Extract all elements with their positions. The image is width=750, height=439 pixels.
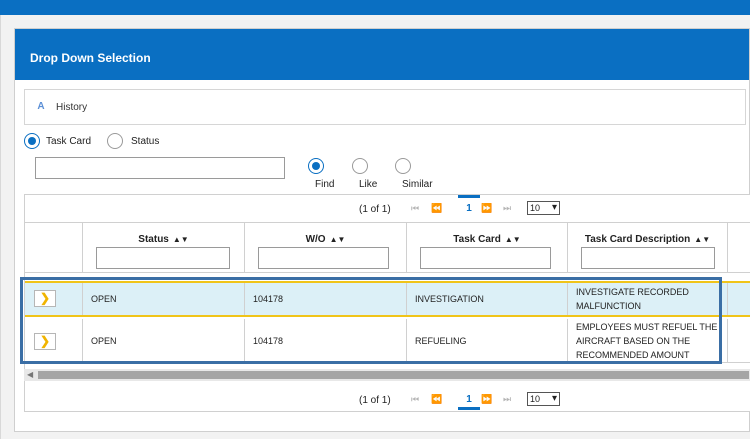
radio-like[interactable]: [352, 158, 368, 174]
column-status[interactable]: Status ▲▼: [82, 223, 244, 272]
cell-wo: 104178: [244, 283, 406, 315]
page-size-select[interactable]: 10: [527, 201, 560, 215]
filter-wo-input[interactable]: [258, 247, 389, 269]
scrollbar-thumb[interactable]: [38, 371, 749, 379]
radio-task-card[interactable]: [24, 133, 40, 149]
last-page-icon[interactable]: ⏭: [503, 394, 511, 405]
current-page[interactable]: 1: [458, 394, 480, 410]
history-bar[interactable]: A History: [24, 89, 746, 125]
column-wo[interactable]: W/O ▲▼: [244, 223, 406, 272]
scroll-left-icon[interactable]: ◀: [27, 370, 33, 379]
column-extra: [727, 223, 750, 272]
radio-find[interactable]: [308, 158, 324, 174]
next-page-icon[interactable]: ⏩: [481, 394, 492, 405]
history-icon[interactable]: A: [35, 101, 47, 115]
radio-similar-label[interactable]: Similar: [402, 179, 433, 190]
first-page-icon[interactable]: ⏮: [411, 394, 419, 405]
select-row-chevron-icon[interactable]: ❯: [34, 290, 56, 307]
dialog-header: Drop Down Selection: [15, 29, 749, 80]
radio-similar[interactable]: [395, 158, 411, 174]
cell-description: EMPLOYEES MUST REFUEL THE AIRCRAFT BASED…: [567, 319, 727, 362]
column-description[interactable]: Task Card Description ▲▼: [567, 223, 727, 272]
filter-status-input[interactable]: [96, 247, 230, 269]
cell-status: OPEN: [82, 283, 244, 315]
column-status-title[interactable]: Status: [138, 234, 169, 245]
table-row[interactable]: ❯ OPEN 104178 INVESTIGATION INVESTIGATE …: [25, 281, 750, 317]
cell-extra: [727, 319, 750, 362]
sort-icon[interactable]: ▲▼: [173, 235, 189, 244]
pager-count: (1 of 1): [359, 204, 391, 215]
cell-task-card: REFUELING: [406, 319, 567, 362]
pager-count: (1 of 1): [359, 395, 391, 406]
table-row[interactable]: ❯ OPEN 104178 REFUELING EMPLOYEES MUST R…: [25, 319, 750, 363]
current-page[interactable]: 1: [458, 195, 480, 214]
cell-status: OPEN: [82, 319, 244, 362]
drop-down-selection-dialog: Drop Down Selection A History Task Card …: [14, 28, 750, 432]
last-page-icon[interactable]: ⏭: [503, 203, 511, 214]
cell-task-card: INVESTIGATION: [406, 283, 567, 315]
cell-description: INVESTIGATE RECORDED MALFUNCTION: [567, 283, 727, 315]
radio-status[interactable]: [107, 133, 123, 149]
radio-task-card-label[interactable]: Task Card: [46, 136, 91, 147]
column-description-title[interactable]: Task Card Description: [585, 234, 690, 245]
cell-extra: [727, 283, 750, 315]
first-page-icon[interactable]: ⏮: [411, 203, 419, 214]
sort-icon[interactable]: ▲▼: [505, 235, 521, 244]
table-header-row: Status ▲▼ W/O ▲▼ Task Card ▲▼ Task Card Des…: [25, 222, 750, 273]
horizontal-scrollbar[interactable]: ◀: [24, 369, 750, 381]
dialog-title: Drop Down Selection: [30, 51, 151, 65]
sort-icon[interactable]: ▲▼: [694, 235, 710, 244]
radio-find-label[interactable]: Find: [315, 179, 334, 190]
radio-like-label[interactable]: Like: [359, 179, 377, 190]
radio-status-label[interactable]: Status: [131, 136, 159, 147]
pager-top: (1 of 1) ⏮ ⏪ 1 ⏩ ⏭ 10: [25, 195, 750, 221]
column-task-card[interactable]: Task Card ▲▼: [406, 223, 567, 272]
page-size-select[interactable]: 10: [527, 392, 560, 406]
sort-icon[interactable]: ▲▼: [330, 235, 346, 244]
prev-page-icon[interactable]: ⏪: [431, 394, 442, 405]
next-page-icon[interactable]: ⏩: [481, 203, 492, 214]
column-wo-title[interactable]: W/O: [306, 234, 326, 245]
prev-page-icon[interactable]: ⏪: [431, 203, 442, 214]
column-task-card-title[interactable]: Task Card: [453, 234, 501, 245]
app-top-bar: [0, 0, 750, 15]
history-label[interactable]: History: [56, 102, 87, 113]
pager-bottom: (1 of 1) ⏮ ⏪ 1 ⏩ ⏭ 10: [25, 386, 750, 412]
cell-wo: 104178: [244, 319, 406, 362]
search-input[interactable]: [35, 157, 285, 179]
select-row-chevron-icon[interactable]: ❯: [34, 333, 56, 350]
filter-description-input[interactable]: [581, 247, 715, 269]
filter-task-card-input[interactable]: [420, 247, 551, 269]
